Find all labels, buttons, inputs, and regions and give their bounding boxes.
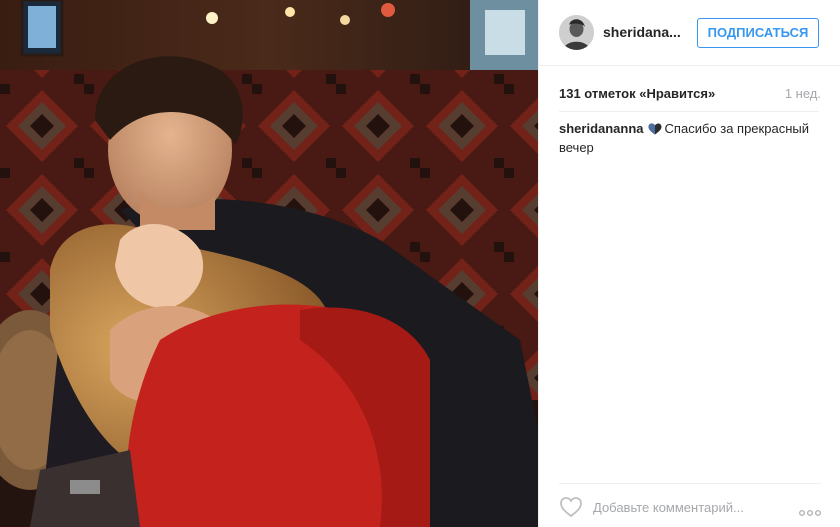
likes-count[interactable]: 131 отметок «Нравится» — [559, 86, 715, 101]
post-side-panel: sheridana... ПОДПИСАТЬСЯ 131 отметок «Нр… — [538, 0, 840, 527]
post-meta: 131 отметок «Нравится» 1 нед. — [559, 86, 821, 104]
user-avatar[interactable] — [559, 15, 594, 50]
heart-emoji-icon — [648, 122, 662, 139]
post-timestamp[interactable]: 1 нед. — [785, 86, 821, 101]
post-header: sheridana... ПОДПИСАТЬСЯ — [539, 0, 840, 66]
caption-author-link[interactable]: sheridananna — [559, 121, 644, 136]
more-options-icon[interactable] — [799, 503, 821, 516]
header-username-link[interactable]: sheridana... — [603, 24, 681, 40]
post-photo[interactable] — [0, 0, 538, 527]
comment-input[interactable] — [593, 497, 783, 517]
follow-button[interactable]: ПОДПИСАТЬСЯ — [697, 18, 819, 48]
post-container: sheridana... ПОДПИСАТЬСЯ 131 отметок «Нр… — [0, 0, 840, 527]
heart-outline-icon[interactable] — [559, 496, 583, 518]
comment-bar — [559, 483, 821, 527]
meta-divider — [559, 111, 819, 112]
post-caption: sheridananna Спасибо за прекрасный вечер — [559, 120, 819, 156]
